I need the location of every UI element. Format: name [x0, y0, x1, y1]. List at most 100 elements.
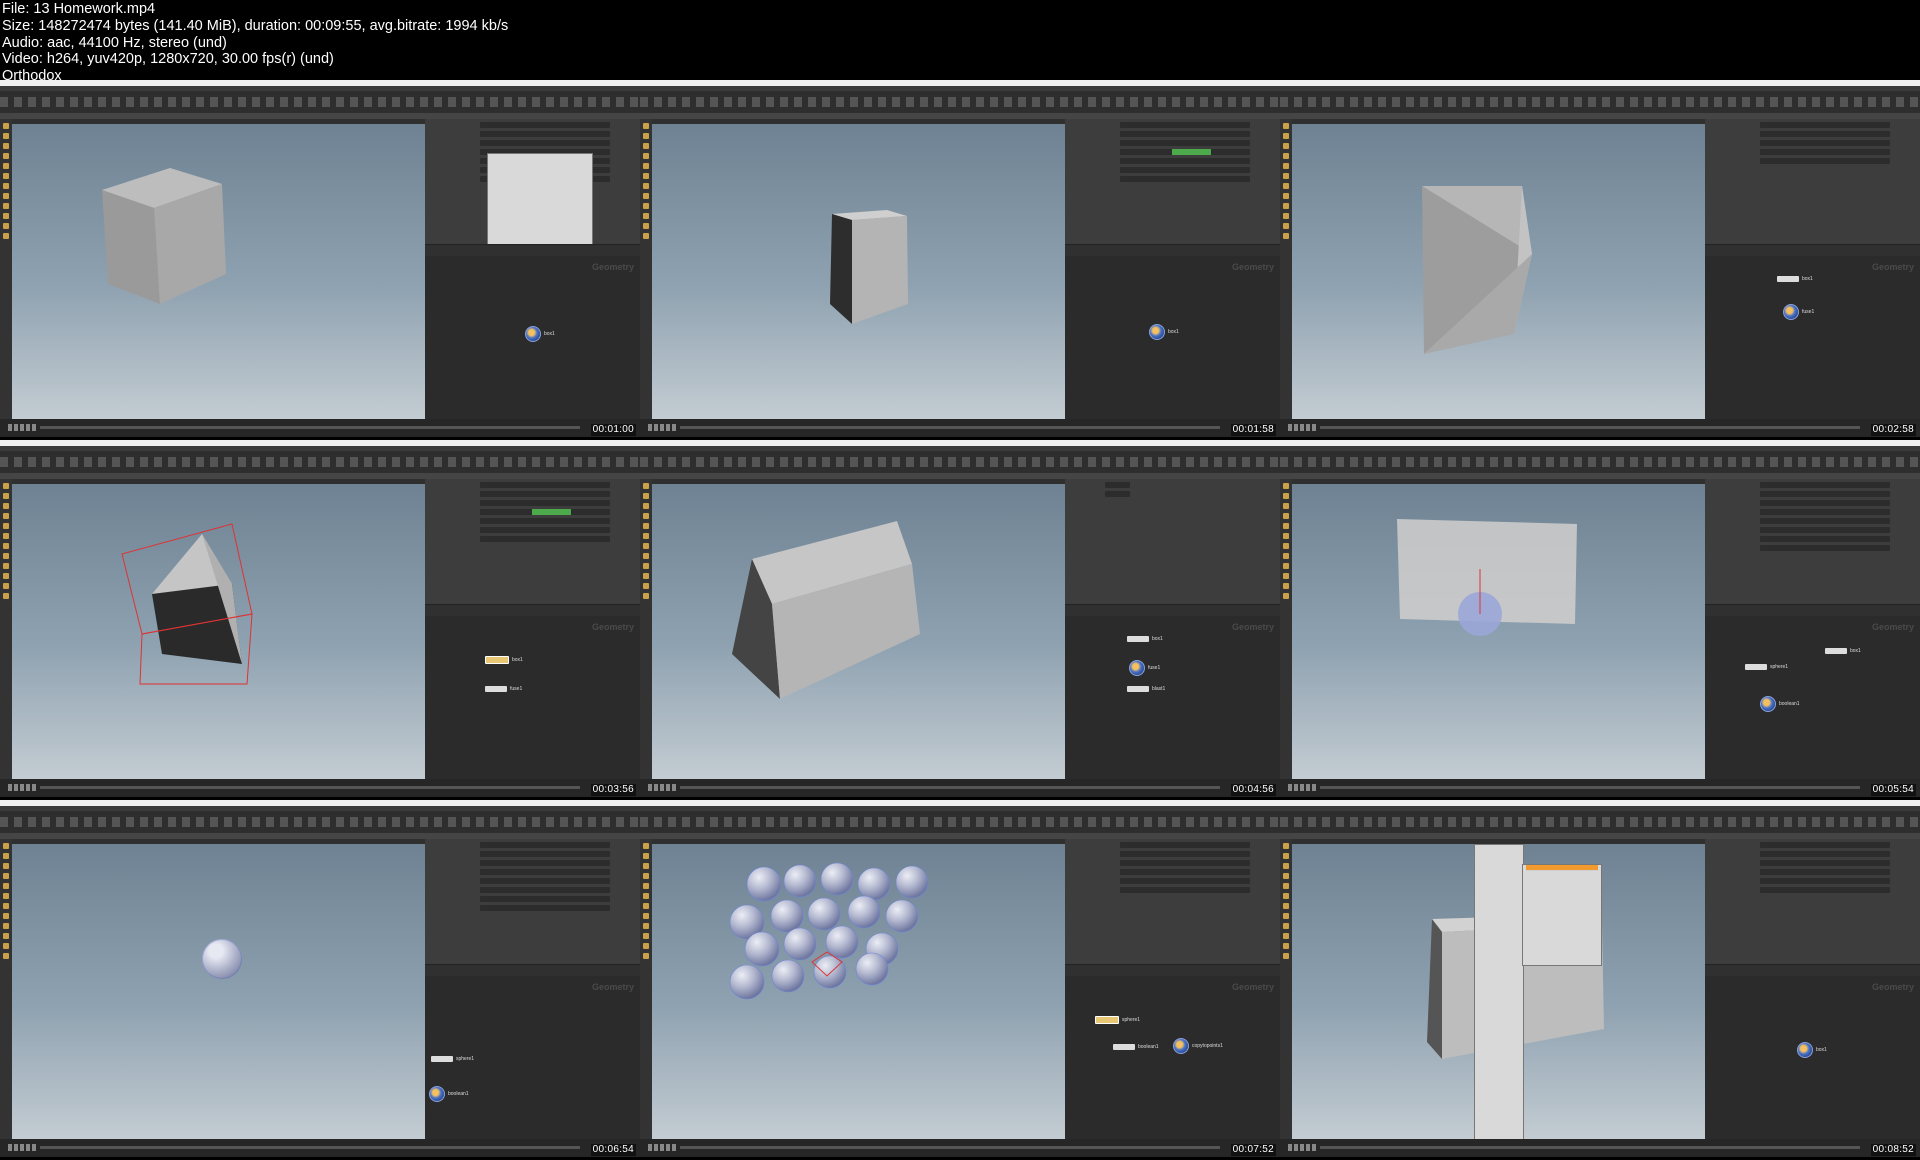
scene-viewport[interactable] — [1292, 484, 1705, 779]
shelf-toolbar[interactable] — [1280, 811, 1920, 833]
thumbnail-tile-1: untitled.hip - Houdini Apprentice Non-Co… — [0, 80, 640, 437]
timeline[interactable] — [640, 779, 1280, 797]
scene-viewport[interactable] — [12, 844, 425, 1139]
node-copytopoints1[interactable]: copytopoints1 — [1173, 1038, 1223, 1054]
network-editor[interactable]: Geometry box1 — [1705, 976, 1920, 1139]
node-fuse1[interactable]: fuse1 — [485, 686, 522, 692]
node-sphere1[interactable]: sphere1 — [1745, 664, 1788, 670]
network-editor[interactable]: Geometry box1 — [1065, 256, 1280, 419]
shelf-toolbar[interactable] — [640, 811, 1280, 833]
timeline[interactable] — [1280, 1139, 1920, 1157]
playback-controls[interactable] — [648, 424, 676, 431]
scene-viewport[interactable] — [12, 124, 425, 419]
parameter-editor[interactable] — [1705, 839, 1920, 964]
timestamp: 00:04:56 — [1230, 784, 1276, 796]
network-editor[interactable]: Geometry sphere1 boolean1 box1 — [1705, 616, 1920, 779]
shelf-toolbar[interactable] — [1280, 91, 1920, 113]
shelf-toolbar[interactable] — [0, 811, 640, 833]
node-boolean1[interactable]: boolean1 — [1760, 696, 1800, 712]
tool-strip[interactable] — [1280, 479, 1292, 779]
parameter-editor[interactable] — [1065, 479, 1280, 604]
scene-viewport[interactable] — [652, 484, 1065, 779]
playback-controls[interactable] — [1288, 424, 1316, 431]
tool-strip[interactable] — [640, 479, 652, 779]
scene-viewport[interactable] — [652, 124, 1065, 419]
playback-controls[interactable] — [8, 1144, 36, 1151]
network-editor[interactable]: Geometry sphere1 boolean1 copytopoints1 — [1065, 976, 1280, 1139]
network-editor[interactable]: Geometry sphere1 boolean1 — [425, 976, 640, 1139]
shelf-toolbar[interactable] — [640, 451, 1280, 473]
node-fuse1[interactable]: fuse1 — [1783, 304, 1814, 320]
timeline-track[interactable] — [1320, 786, 1860, 789]
network-editor[interactable]: Geometry box1 fuse1 blast1 — [1065, 616, 1280, 779]
parameter-editor[interactable] — [1065, 839, 1280, 964]
scene-viewport[interactable] — [12, 484, 425, 779]
playback-controls[interactable] — [648, 1144, 676, 1151]
node-boolean1[interactable]: boolean1 — [1113, 1044, 1159, 1050]
node-fuse1[interactable]: fuse1 — [1129, 660, 1160, 676]
timeline-track[interactable] — [1320, 426, 1860, 429]
parameter-editor[interactable] — [1705, 119, 1920, 244]
parameter-editor[interactable] — [1705, 479, 1920, 604]
tool-strip[interactable] — [0, 119, 12, 419]
network-context-label: Geometry — [1231, 262, 1274, 272]
node-box1[interactable]: box1 — [525, 326, 555, 342]
shelf-toolbar[interactable] — [0, 451, 640, 473]
playback-controls[interactable] — [8, 784, 36, 791]
network-editor[interactable]: Geometry box1 fuse1 — [1705, 256, 1920, 419]
timeline[interactable] — [640, 1139, 1280, 1157]
timeline-track[interactable] — [680, 426, 1220, 429]
shelf-toolbar[interactable] — [0, 91, 640, 113]
tool-strip[interactable] — [640, 839, 652, 1139]
tab-submenu[interactable] — [1522, 864, 1602, 966]
node-sphere1[interactable]: sphere1 — [1095, 1016, 1140, 1024]
tool-strip[interactable] — [0, 479, 12, 779]
playback-controls[interactable] — [1288, 784, 1316, 791]
scene-viewport[interactable] — [652, 844, 1065, 1139]
timestamp: 00:02:58 — [1870, 424, 1916, 436]
timeline-track[interactable] — [40, 426, 580, 429]
tab-menu[interactable] — [1474, 844, 1524, 1139]
timeline-track[interactable] — [40, 786, 580, 789]
playback-controls[interactable] — [1288, 1144, 1316, 1151]
node-boolean1[interactable]: boolean1 — [429, 1086, 469, 1102]
shelf-toolbar[interactable] — [640, 91, 1280, 113]
network-editor[interactable]: Geometry box1 — [425, 256, 640, 419]
parameter-editor[interactable] — [1065, 119, 1280, 244]
node-box1[interactable]: box1 — [1149, 324, 1179, 340]
node-sphere1[interactable]: sphere1 — [431, 1056, 474, 1062]
timeline[interactable] — [640, 419, 1280, 437]
parameter-editor[interactable] — [425, 839, 640, 964]
tool-strip[interactable] — [640, 119, 652, 419]
node-box1[interactable]: box1 — [485, 656, 523, 664]
playback-controls[interactable] — [648, 784, 676, 791]
tool-strip[interactable] — [1280, 119, 1292, 419]
scene-viewport[interactable] — [1292, 124, 1705, 419]
parameter-editor[interactable] — [425, 479, 640, 604]
network-editor[interactable]: Geometry box1 fuse1 — [425, 616, 640, 779]
node-blast1[interactable]: blast1 — [1127, 686, 1165, 692]
scene-viewport[interactable] — [1292, 844, 1705, 1139]
timeline[interactable] — [1280, 779, 1920, 797]
tool-strip[interactable] — [0, 839, 12, 1139]
node-box1[interactable]: box1 — [1825, 648, 1861, 654]
timeline[interactable] — [1280, 419, 1920, 437]
timeline[interactable] — [0, 779, 640, 797]
playback-controls[interactable] — [8, 424, 36, 431]
timeline-track[interactable] — [40, 1146, 580, 1149]
parameter-editor[interactable] — [425, 119, 640, 285]
timeline-track[interactable] — [1320, 1146, 1860, 1149]
timeline[interactable] — [0, 1139, 640, 1157]
timestamp: 00:06:54 — [590, 1144, 636, 1156]
thumbnail-tile-7: untitled.hip - Houdini Apprentice Non-Co… — [0, 800, 640, 1157]
node-icon — [429, 1086, 445, 1102]
shelf-toolbar[interactable] — [1280, 451, 1920, 473]
node-box1[interactable]: box1 — [1797, 1042, 1827, 1058]
timeline-track[interactable] — [680, 786, 1220, 789]
node-box1[interactable]: box1 — [1127, 636, 1163, 642]
timeline[interactable] — [0, 419, 640, 437]
timeline-track[interactable] — [680, 1146, 1220, 1149]
right-panel: Geometry sphere1 boolean1 copytopoints1 — [1065, 839, 1280, 1139]
tool-strip[interactable] — [1280, 839, 1292, 1139]
node-box1[interactable]: box1 — [1777, 276, 1813, 282]
